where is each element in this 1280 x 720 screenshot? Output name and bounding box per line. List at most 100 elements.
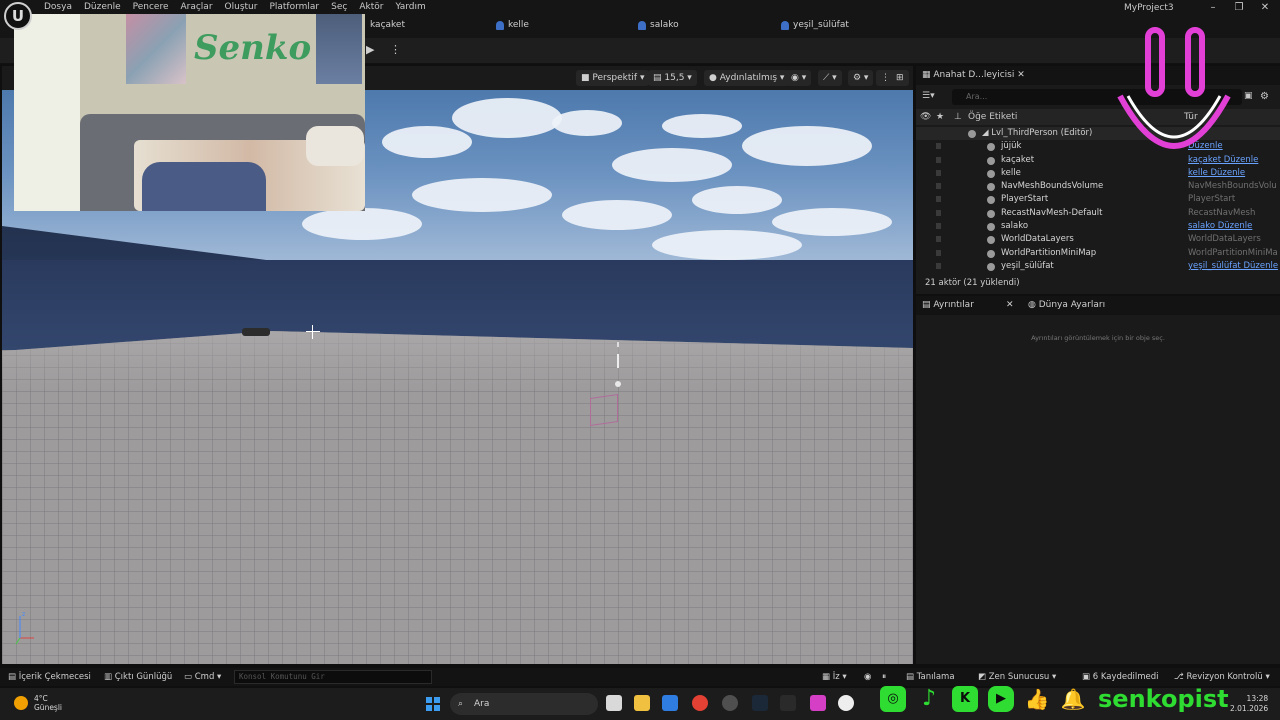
minimize-icon[interactable]: – (1200, 0, 1226, 16)
menu-file[interactable]: Dosya (44, 2, 84, 12)
show-eye-icon[interactable]: ◉ ▾ (786, 70, 812, 86)
tree-row[interactable]: yeşil_sülüfat yeşil_sülüfat Düzenle (916, 260, 1280, 273)
menu-platforms[interactable]: Platformlar (269, 2, 331, 12)
weather-widget[interactable]: 4°C Güneşli (14, 694, 62, 712)
graffiti-text: Senko (194, 28, 312, 68)
tree-row[interactable]: salako salako Düzenle (916, 220, 1280, 233)
tree-row[interactable]: RecastNavMesh-Default RecastNavMesh (916, 207, 1280, 220)
blueprint-icon (781, 20, 789, 30)
trace-dropdown[interactable]: ▦ İz ▾ (822, 672, 847, 682)
taskbar-search[interactable]: ⌕ Ara (450, 693, 598, 715)
settings-gear-icon[interactable]: ⚙ ▾ (848, 70, 874, 86)
tree-row[interactable]: NavMeshBoundsVolume NavMeshBoundsVolu (916, 180, 1280, 193)
tab-label: salako (650, 20, 679, 30)
main-menu: Dosya Düzenle Pencere Araçlar Oluştur Pl… (44, 2, 438, 12)
actor-mesh[interactable] (242, 328, 270, 336)
blueprint-icon (496, 20, 504, 30)
menu-help[interactable]: Yardım (395, 2, 437, 12)
temperature: 4°C (34, 694, 48, 703)
lighting-label: Aydınlatılmış (719, 73, 778, 83)
tree-row[interactable]: PlayerStart PlayerStart (916, 193, 1280, 206)
tree-row[interactable]: WorldPartitionMiniMap WorldPartitionMiniM… (916, 247, 1280, 260)
maximize-icon[interactable]: ❐ (1226, 0, 1252, 16)
tab-outliner[interactable]: ▦ Anahat D...leyicisi ✕ (922, 70, 1025, 80)
chrome-icon[interactable] (692, 695, 708, 711)
details-empty-text: Ayrıntıları görüntülemek için bir obje s… (1031, 334, 1165, 342)
kick-icon: K (952, 686, 978, 712)
menu-edit[interactable]: Düzenle (84, 2, 133, 12)
cmd-dropdown[interactable]: ▭ Cmd ▾ (184, 672, 221, 682)
file-explorer-icon[interactable] (634, 695, 650, 711)
store-icon[interactable] (662, 695, 678, 711)
unreal-logo-icon[interactable]: U (4, 2, 32, 30)
svg-text:z: z (22, 611, 25, 618)
settings-gear-icon[interactable]: ⚙ (1260, 91, 1269, 102)
menu-tools[interactable]: Araçlar (180, 2, 224, 12)
menu-window[interactable]: Pencere (133, 2, 181, 12)
details-tab-bar: ▤ Ayrıntılar ✕ ◍ Dünya Ayarları (916, 296, 1280, 315)
perspective-dropdown[interactable]: ■ Perspektif ▾ (576, 70, 650, 86)
tab-salako[interactable]: salako (638, 20, 679, 30)
tree-row[interactable]: WorldDataLayers WorldDataLayers (916, 233, 1280, 246)
content-drawer-button[interactable]: ▤ İçerik Çekmecesi (8, 672, 91, 682)
tab-world-settings[interactable]: ◍ Dünya Ayarları (1028, 300, 1105, 310)
actor-count: 21 aktör (21 yüklendi) (925, 278, 1020, 288)
steam-icon[interactable] (752, 695, 768, 711)
bell-icon: 🔔 (1060, 687, 1086, 711)
poster (316, 14, 362, 84)
poster (126, 14, 186, 84)
tab-details[interactable]: ▤ Ayrıntılar (922, 300, 974, 310)
unsaved-button[interactable]: ▣ 6 Kaydedilmedi (1082, 672, 1159, 682)
record-icon[interactable]: ◉ (864, 672, 871, 682)
console-command-input[interactable]: Konsol Komutunu Gir (234, 670, 432, 684)
menu-build[interactable]: Oluştur (225, 2, 270, 12)
output-log-button[interactable]: ▥ Çıktı Günlüğü (104, 672, 172, 682)
snap-icon[interactable]: ⟋ ▾ (818, 70, 842, 86)
folder-add-icon[interactable]: ▣ (1244, 91, 1253, 101)
github-icon[interactable] (722, 695, 738, 711)
close-icon[interactable]: ✕ (1006, 300, 1014, 310)
like-icon: 👍 (1024, 687, 1050, 711)
tab-kacaket[interactable]: kaçaket (370, 20, 405, 30)
tab-label: yeşil_sülüfat (793, 20, 849, 30)
more-options-icon[interactable]: ⋮ (390, 43, 401, 56)
project-name: MyProject3 (1124, 3, 1174, 13)
menu-select[interactable]: Seç (331, 2, 359, 12)
unreal-engine-icon[interactable] (838, 695, 854, 711)
tab-label: Ayrıntılar (933, 300, 974, 310)
time: 13:28 (1246, 694, 1269, 703)
layout-grid-icon[interactable]: ⊞ (891, 70, 909, 86)
filter-icon[interactable]: ☰▾ (922, 91, 935, 101)
close-icon[interactable]: ✕ (1252, 0, 1278, 16)
zen-server-button[interactable]: ◩ Zen Sunucusu ▾ (978, 672, 1056, 682)
player-start-icon[interactable] (615, 342, 621, 402)
task-view-icon[interactable] (606, 695, 622, 711)
app-icon[interactable] (810, 695, 826, 711)
tab-yesil-sulufat[interactable]: yeşil_sülüfat (781, 20, 849, 30)
diagnostics-button[interactable]: ▤ Tanılama (906, 672, 955, 682)
tab-label: kelle (508, 20, 529, 30)
webcam-overlay: Senko (14, 14, 365, 211)
lighting-dropdown[interactable]: ● Aydınlatılmış ▾ (704, 70, 790, 86)
windows-start-icon[interactable] (426, 697, 440, 711)
clock[interactable]: 13:28 2.01.2026 (1230, 694, 1268, 714)
tiktok-icon: ♪ (921, 686, 937, 711)
social-overlay: ◎ ♪ K ▶ 👍 🔔 senkopist (880, 682, 1229, 716)
revision-control-button[interactable]: ⎇ Revizyon Kontrolü ▾ (1174, 672, 1270, 682)
weather-condition: Güneşli (34, 703, 63, 712)
pause-icon[interactable]: ⏸ (882, 672, 886, 682)
tab-label: Dünya Ayarları (1038, 300, 1106, 310)
level-name: ◢ Lvl_ThirdPerson (Editör) (967, 128, 1093, 138)
play-button[interactable]: ▶ (366, 43, 382, 59)
epic-games-icon[interactable] (780, 695, 796, 711)
tab-kelle[interactable]: kelle (496, 20, 529, 30)
star-icon[interactable]: ★ (936, 112, 944, 122)
nav-mesh-bounds-volume[interactable] (590, 394, 618, 426)
pin-icon[interactable]: ⊥ (954, 112, 962, 122)
tree-row[interactable]: kelle kelle Düzenle (916, 167, 1280, 180)
date: 2.01.2026 (1230, 704, 1269, 713)
menu-actor[interactable]: Aktör (359, 2, 395, 12)
visibility-eye-icon[interactable]: 👁 (920, 112, 931, 122)
column-item-label[interactable]: Öğe Etiketi (968, 112, 1017, 122)
fov-dropdown[interactable]: ▤ 15,5 ▾ (648, 70, 697, 86)
